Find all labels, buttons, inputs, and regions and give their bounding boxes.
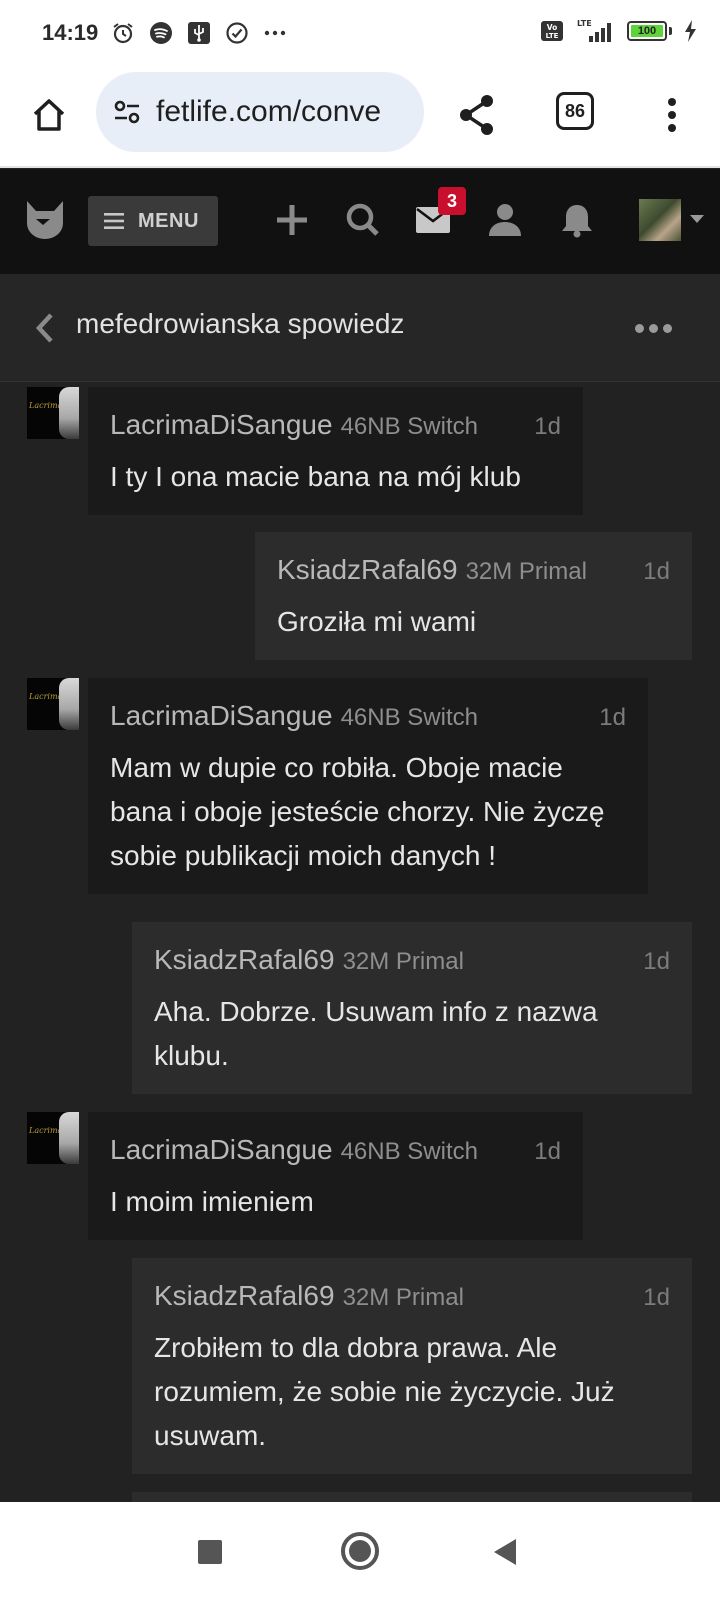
spotify-icon [148, 20, 174, 46]
message-text: Groziła mi wami [277, 606, 477, 637]
message-time: 1d [534, 1138, 561, 1165]
sender-name[interactable]: KsiadzRafal69 [154, 944, 335, 976]
home-circle-button[interactable] [341, 1532, 379, 1570]
message-bubble: KsiadzRafal69 32M Primal 1d Zrobiłem to … [132, 1258, 692, 1474]
battery-level: 100 [631, 25, 663, 37]
chevron-down-icon[interactable] [690, 215, 704, 223]
message-bubble: LacrimaDiSangue 46NB Switch 1d Mam w dup… [88, 678, 648, 894]
message-time: 1d [643, 558, 670, 585]
site-navbar: MENU 3 [0, 169, 720, 274]
conversation-header: mefedrowianska spowiedz [0, 274, 720, 382]
message-text: Aha. Dobrze. Usuwam info z nazwa klubu. [154, 996, 598, 1071]
hamburger-icon [104, 213, 124, 229]
message-time: 1d [599, 704, 626, 731]
url-text[interactable]: fetlife.com/conve [156, 95, 381, 129]
plus-icon [277, 205, 307, 235]
recent-apps-button[interactable] [198, 1540, 222, 1564]
unread-badge: 3 [438, 187, 466, 215]
status-time: 14:19 [42, 20, 99, 45]
search-icon [346, 203, 379, 236]
back-triangle-button[interactable] [494, 1539, 516, 1565]
message-text: Mam w dupie co robiła. Oboje macie bana … [110, 752, 605, 871]
sender-name[interactable]: KsiadzRafal69 [154, 1280, 335, 1312]
message-bubble: LacrimaDiSangue 46NB Switch 1d I moim im… [88, 1112, 583, 1240]
volte-icon: Vo LTE [539, 18, 565, 44]
sender-info: 46NB Switch [340, 1138, 478, 1165]
sender-info: 46NB Switch [340, 413, 478, 440]
battery-icon: 100 [627, 21, 672, 41]
check-circle-icon [224, 20, 250, 46]
svg-text:LTE: LTE [546, 32, 559, 40]
conversation-options-button[interactable] [628, 310, 678, 346]
home-circle-icon [349, 1540, 371, 1562]
message-bubble-partial [132, 1492, 692, 1502]
back-button[interactable] [30, 310, 60, 346]
conversation-title: mefedrowianska spowiedz [76, 308, 405, 339]
more-dots-icon [262, 20, 288, 46]
url-bar[interactable]: fetlife.com/conve [96, 72, 424, 152]
sender-avatar[interactable]: Lacrima [27, 678, 79, 730]
home-icon [33, 99, 65, 131]
profile-button[interactable] [484, 199, 526, 241]
menu-button[interactable]: MENU [88, 196, 218, 246]
browser-menu-button[interactable] [652, 88, 692, 142]
sender-info: 46NB Switch [340, 704, 478, 731]
fetlife-logo-icon[interactable] [24, 199, 66, 241]
notifications-button[interactable] [556, 199, 598, 241]
message-list: Lacrima LacrimaDiSangue 46NB Switch 1d I… [0, 382, 720, 1502]
vertical-dots-icon [668, 98, 676, 132]
message-time: 1d [534, 413, 561, 440]
share-button[interactable] [452, 88, 502, 142]
add-button[interactable] [271, 199, 313, 241]
status-bar: 14:19 Vo LTE LTE 100 [0, 0, 720, 68]
site-settings-icon [114, 100, 140, 124]
dot [648, 323, 658, 333]
message-time: 1d [643, 948, 670, 975]
search-button[interactable] [342, 199, 384, 241]
svg-text:Vo: Vo [547, 23, 558, 32]
system-navigation-bar [0, 1502, 720, 1600]
browser-toolbar: fetlife.com/conve 86 [0, 68, 720, 168]
bell-icon [562, 205, 592, 238]
home-button[interactable] [22, 88, 76, 142]
message-bubble: LacrimaDiSangue 46NB Switch 1d I ty I on… [88, 387, 583, 515]
dot [634, 323, 644, 333]
dot [662, 323, 672, 333]
message-text: Zrobiłem to dla dobra prawa. Ale rozumie… [154, 1332, 615, 1451]
sender-info: 32M Primal [465, 558, 587, 585]
usb-icon [186, 20, 212, 46]
share-icon [460, 95, 493, 135]
signal-icon: LTE [575, 18, 617, 44]
menu-label: MENU [138, 209, 199, 232]
sender-info: 32M Primal [342, 1284, 464, 1311]
charging-icon [682, 18, 698, 44]
sender-avatar[interactable]: Lacrima [27, 1112, 79, 1164]
sender-name[interactable]: LacrimaDiSangue [110, 1134, 333, 1166]
sender-name[interactable]: KsiadzRafal69 [277, 554, 458, 586]
message-bubble: KsiadzRafal69 32M Primal 1d Aha. Dobrze.… [132, 922, 692, 1094]
sender-avatar[interactable]: Lacrima [27, 387, 79, 439]
message-time: 1d [643, 1284, 670, 1311]
chevron-left-icon [35, 313, 53, 343]
sender-name[interactable]: LacrimaDiSangue [110, 700, 333, 732]
tab-switcher-button[interactable]: 86 [556, 92, 594, 130]
person-icon [489, 204, 521, 236]
message-text: I ty I ona macie bana na mój klub [110, 461, 521, 492]
sender-info: 32M Primal [342, 948, 464, 975]
svg-text:LTE: LTE [577, 19, 592, 28]
sender-name[interactable]: LacrimaDiSangue [110, 409, 333, 441]
message-bubble: KsiadzRafal69 32M Primal 1d Groziła mi w… [255, 532, 692, 660]
user-avatar[interactable] [639, 199, 681, 241]
message-text: I moim imieniem [110, 1186, 314, 1217]
alarm-icon [110, 20, 136, 46]
